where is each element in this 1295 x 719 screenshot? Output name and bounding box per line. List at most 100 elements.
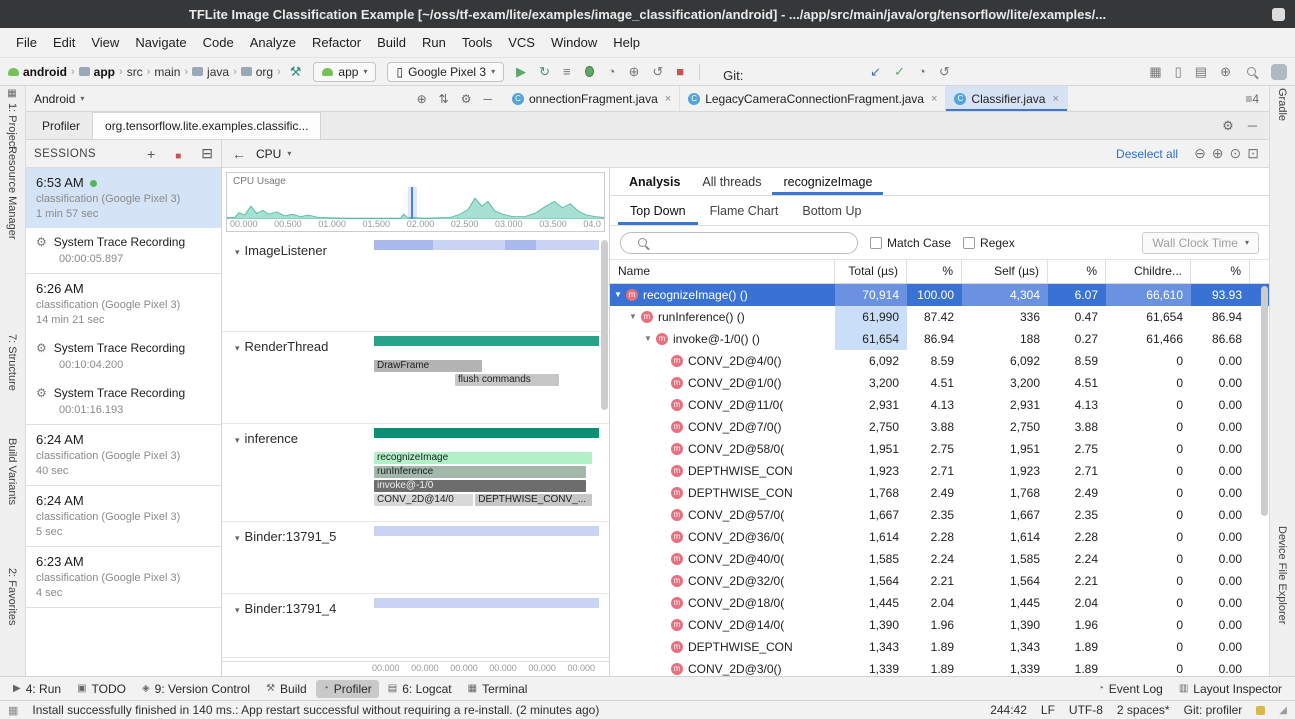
column-header-self-s[interactable]: Self (µs) [962, 260, 1048, 283]
menu-vcs[interactable]: VCS [500, 35, 543, 50]
window-control-icon[interactable] [1272, 8, 1285, 21]
menu-view[interactable]: View [83, 35, 127, 50]
tab-profiler-session[interactable]: org.tensorflow.lite.examples.classific..… [92, 112, 321, 139]
toolwindow-button-event-log[interactable]: ◔Event Log [1091, 680, 1170, 698]
layout-manager-icon[interactable]: ▦ [1144, 65, 1166, 78]
settings-icon[interactable]: ⚙ [461, 92, 472, 106]
reset-zoom-icon[interactable]: ⊙ [1230, 145, 1242, 161]
stop-recording-icon[interactable]: ■ [165, 144, 191, 164]
menu-build[interactable]: Build [369, 35, 414, 50]
project-view-select[interactable]: Android [34, 92, 75, 106]
git-commit-icon[interactable]: ✓ [889, 65, 910, 78]
table-scrollbar[interactable] [1261, 286, 1268, 516]
column-header-[interactable]: % [1048, 260, 1106, 283]
gear-icon[interactable]: ⚙ [1222, 118, 1234, 134]
breadcrumb-src[interactable]: src [127, 65, 143, 79]
trace-event[interactable]: recognizeImage [374, 452, 592, 464]
tab-profiler[interactable]: Profiler [30, 112, 92, 139]
call-tree-row[interactable]: mCONV_2D@4/0()6,0928.596,0928.5900.00 [610, 350, 1269, 372]
breadcrumb-org[interactable]: org [241, 65, 273, 79]
profile-avatar[interactable] [1271, 64, 1287, 80]
deselect-all-link[interactable]: Deselect all [1116, 147, 1178, 161]
run-tasks-icon[interactable]: ≡ [558, 65, 576, 78]
trace-event[interactable]: DrawFrame [374, 360, 482, 372]
session-header[interactable]: 6:23 AMclassification (Google Pixel 3)4 … [26, 547, 221, 607]
sidebar-item-resource-manager[interactable]: Resource Manager [6, 146, 18, 240]
recording-item[interactable]: ⚙System Trace Recording [26, 379, 221, 402]
avd-manager-icon[interactable]: ▤ [1190, 65, 1212, 78]
recording-item[interactable]: ⚙System Trace Recording [26, 334, 221, 357]
call-tree-row[interactable]: mCONV_2D@3/0()1,3391.891,3391.8900.00 [610, 658, 1269, 676]
toolwindow-button-layout-inspector[interactable]: ▥Layout Inspector [1172, 680, 1289, 698]
timeline-scrollbar[interactable] [601, 240, 608, 410]
call-tree-row[interactable]: mCONV_2D@14/0(1,3901.961,3901.9600.00 [610, 614, 1269, 636]
expand-collapse-icon[interactable]: ⇅ [439, 92, 449, 106]
session-header[interactable]: 6:53 AMclassification (Google Pixel 3)1 … [26, 168, 221, 228]
menu-run[interactable]: Run [414, 35, 454, 50]
search-box[interactable] [620, 232, 858, 254]
column-header-[interactable]: % [1191, 260, 1250, 283]
toolwindow-button-terminal[interactable]: ▦Terminal [461, 680, 535, 698]
menu-analyze[interactable]: Analyze [242, 35, 304, 50]
search-input[interactable] [662, 236, 848, 250]
breadcrumb-main[interactable]: main [154, 65, 180, 79]
trace-event[interactable]: DEPTHWISE_CONV_... [475, 494, 592, 506]
device-select[interactable]: ▯Google Pixel 3▾ [387, 62, 504, 82]
call-tree-row[interactable]: ▼mrecognizeImage() ()70,914100.004,3046.… [610, 284, 1269, 306]
thread-label[interactable]: ▾ImageListener [225, 236, 371, 331]
column-header-total-s[interactable]: Total (µs) [835, 260, 907, 283]
sidebar-item-1-project[interactable]: ▦1: Project [6, 88, 18, 149]
menu-refactor[interactable]: Refactor [304, 35, 369, 50]
toolwindow-button-9-version-control[interactable]: ◈9: Version Control [135, 680, 257, 698]
call-tree-row[interactable]: mDEPTHWISE_CON1,9232.711,9232.7100.00 [610, 460, 1269, 482]
close-tab-icon[interactable]: × [1052, 93, 1058, 105]
zoom-out-icon[interactable]: ⊖ [1194, 145, 1206, 161]
toolwindow-button-todo[interactable]: ▣TODO [70, 680, 133, 698]
call-tree-row[interactable]: mCONV_2D@58/0(1,9512.751,9512.7500.00 [610, 438, 1269, 460]
call-tree-row[interactable]: mCONV_2D@11/0(2,9314.132,9314.1300.00 [610, 394, 1269, 416]
recording-item[interactable]: ⚙System Trace Recording [26, 228, 221, 251]
session-header[interactable]: 6:24 AMclassification (Google Pixel 3)40… [26, 425, 221, 485]
analysis-tab-all-threads[interactable]: All threads [691, 168, 772, 195]
clock-type-select[interactable]: Wall Clock Time ▾ [1142, 232, 1259, 254]
attach-debugger-icon[interactable]: ⊕ [623, 65, 644, 78]
add-session-icon[interactable]: + [147, 146, 155, 162]
run-config-select[interactable]: app▾ [313, 62, 376, 82]
sidebar-item-2-favorites[interactable]: 2: Favorites [6, 568, 18, 625]
status-item-244-42[interactable]: 244:42 [990, 703, 1027, 717]
stop-icon[interactable]: ■ [671, 65, 689, 78]
wrench-icon[interactable]: ⚒ [285, 65, 307, 78]
session-header[interactable]: 6:24 AMclassification (Google Pixel 3)5 … [26, 486, 221, 546]
status-item-2-spaces[interactable]: 2 spaces* [1117, 703, 1170, 717]
cpu-usage-chart[interactable]: CPU Usage 00.00000.50001.00001.50002.000… [226, 172, 605, 232]
thread-label[interactable]: ▾RenderThread [225, 332, 371, 423]
close-tab-icon[interactable]: × [665, 93, 671, 105]
thread-track[interactable]: DrawFrame flush commands [374, 332, 599, 423]
thread-track[interactable]: recognizeImagerunInferenceinvoke@-1/0CON… [374, 424, 599, 521]
call-tree-row[interactable]: mDEPTHWISE_CON1,7682.491,7682.4900.00 [610, 482, 1269, 504]
zoom-in-icon[interactable]: ⊕ [1212, 145, 1224, 161]
hide-panel-icon[interactable]: ─ [483, 92, 492, 106]
thread-label[interactable]: ▾inference [225, 424, 371, 521]
status-item-utf-8[interactable]: UTF-8 [1069, 703, 1103, 717]
sidebar-item-build-variants[interactable]: Build Variants [6, 438, 18, 505]
debug-icon[interactable] [585, 66, 594, 77]
menu-edit[interactable]: Edit [45, 35, 83, 50]
menu-help[interactable]: Help [605, 35, 648, 50]
call-tree-row[interactable]: mCONV_2D@32/0(1,5642.211,5642.2100.00 [610, 570, 1269, 592]
selection-line[interactable] [411, 187, 413, 219]
zoom-to-selection-icon[interactable]: ⊡ [1247, 145, 1259, 161]
git-rollback-icon[interactable]: ↺ [934, 65, 955, 78]
trace-event[interactable]: flush commands [455, 374, 559, 386]
toolwindow-button-build[interactable]: ⚒Build [259, 680, 314, 698]
apply-changes-icon[interactable]: ↻ [534, 65, 555, 78]
menu-tools[interactable]: Tools [454, 35, 500, 50]
trace-event[interactable]: invoke@-1/0 [374, 480, 586, 492]
thread-track[interactable] [374, 236, 599, 331]
menu-code[interactable]: Code [195, 35, 242, 50]
toolwindow-toggle-icon[interactable]: ▦ [8, 704, 18, 717]
toolwindow-button-4-run[interactable]: ▶4: Run [6, 680, 68, 698]
git-history-icon[interactable]: ◔ [913, 65, 931, 78]
locate-file-icon[interactable]: ⊕ [417, 92, 427, 106]
subtab-flame-chart[interactable]: Flame Chart [698, 196, 791, 225]
